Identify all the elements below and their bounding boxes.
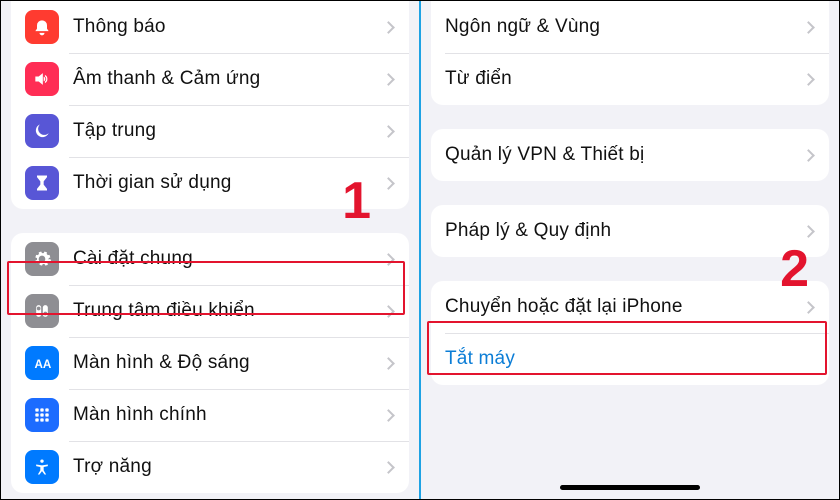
chevron-right-icon bbox=[382, 253, 395, 266]
row-home-screen[interactable]: Màn hình chính bbox=[11, 389, 409, 441]
row-accessibility[interactable]: Trợ năng bbox=[11, 441, 409, 493]
row-label: Từ điển bbox=[445, 68, 804, 90]
row-label: Thông báo bbox=[73, 16, 384, 38]
row-label: Cài đặt chung bbox=[73, 248, 384, 270]
row-label: Âm thanh & Cảm ứng bbox=[73, 68, 384, 90]
chevron-right-icon bbox=[382, 305, 395, 318]
grid-icon bbox=[25, 398, 59, 432]
row-label: Ngôn ngữ & Vùng bbox=[445, 16, 804, 38]
chevron-right-icon bbox=[802, 149, 815, 162]
row-notifications[interactable]: Thông báo bbox=[11, 1, 409, 53]
hourglass-icon bbox=[25, 166, 59, 200]
chevron-right-icon bbox=[382, 461, 395, 474]
row-label: Màn hình chính bbox=[73, 404, 384, 426]
row-shutdown[interactable]: Tắt máy bbox=[431, 333, 829, 385]
row-transfer-reset[interactable]: Chuyển hoặc đặt lại iPhone bbox=[431, 281, 829, 333]
row-label: Quản lý VPN & Thiết bị bbox=[445, 144, 804, 166]
chevron-right-icon bbox=[382, 125, 395, 138]
speaker-icon bbox=[25, 62, 59, 96]
settings-group-general: Cài đặt chung Trung tâm điều khiển AA Mà… bbox=[11, 233, 409, 493]
row-legal[interactable]: Pháp lý & Quy định bbox=[431, 205, 829, 257]
chevron-right-icon bbox=[382, 409, 395, 422]
general-group-reset: Chuyển hoặc đặt lại iPhone Tắt máy bbox=[431, 281, 829, 385]
row-language-region[interactable]: Ngôn ngữ & Vùng bbox=[431, 1, 829, 53]
text-size-icon: AA bbox=[25, 346, 59, 380]
general-group-legal: Pháp lý & Quy định bbox=[431, 205, 829, 257]
general-group-language: Ngôn ngữ & Vùng Từ điển bbox=[431, 1, 829, 105]
row-label: Tắt máy bbox=[445, 348, 815, 370]
row-sounds[interactable]: Âm thanh & Cảm ứng bbox=[11, 53, 409, 105]
home-indicator bbox=[560, 485, 700, 490]
bell-icon bbox=[25, 10, 59, 44]
gear-icon bbox=[25, 242, 59, 276]
row-focus[interactable]: Tập trung bbox=[11, 105, 409, 157]
row-general[interactable]: Cài đặt chung bbox=[11, 233, 409, 285]
chevron-right-icon bbox=[382, 357, 395, 370]
row-label: Chuyển hoặc đặt lại iPhone bbox=[445, 296, 804, 318]
svg-text:AA: AA bbox=[35, 358, 52, 371]
chevron-right-icon bbox=[802, 225, 815, 238]
row-label: Trung tâm điều khiển bbox=[73, 300, 384, 322]
general-group-vpn: Quản lý VPN & Thiết bị bbox=[431, 129, 829, 181]
row-control-center[interactable]: Trung tâm điều khiển bbox=[11, 285, 409, 337]
row-dictionary[interactable]: Từ điển bbox=[431, 53, 829, 105]
row-label: Thời gian sử dụng bbox=[73, 172, 384, 194]
chevron-right-icon bbox=[802, 301, 815, 314]
row-display[interactable]: AA Màn hình & Độ sáng bbox=[11, 337, 409, 389]
chevron-right-icon bbox=[382, 21, 395, 34]
chevron-right-icon bbox=[802, 73, 815, 86]
settings-left-pane: Thông báo Âm thanh & Cảm ứng Tập trung T… bbox=[1, 1, 419, 499]
chevron-right-icon bbox=[802, 21, 815, 34]
row-screentime[interactable]: Thời gian sử dụng bbox=[11, 157, 409, 209]
row-label: Tập trung bbox=[73, 120, 384, 142]
general-right-pane: Ngôn ngữ & Vùng Từ điển Quản lý VPN & Th… bbox=[421, 1, 839, 499]
row-label: Màn hình & Độ sáng bbox=[73, 352, 384, 374]
settings-group-notifications: Thông báo Âm thanh & Cảm ứng Tập trung T… bbox=[11, 1, 409, 209]
chevron-right-icon bbox=[382, 177, 395, 190]
row-label: Pháp lý & Quy định bbox=[445, 220, 804, 242]
moon-icon bbox=[25, 114, 59, 148]
row-vpn-device[interactable]: Quản lý VPN & Thiết bị bbox=[431, 129, 829, 181]
sliders-icon bbox=[25, 294, 59, 328]
chevron-right-icon bbox=[382, 73, 395, 86]
accessibility-icon bbox=[25, 450, 59, 484]
row-label: Trợ năng bbox=[73, 456, 384, 478]
